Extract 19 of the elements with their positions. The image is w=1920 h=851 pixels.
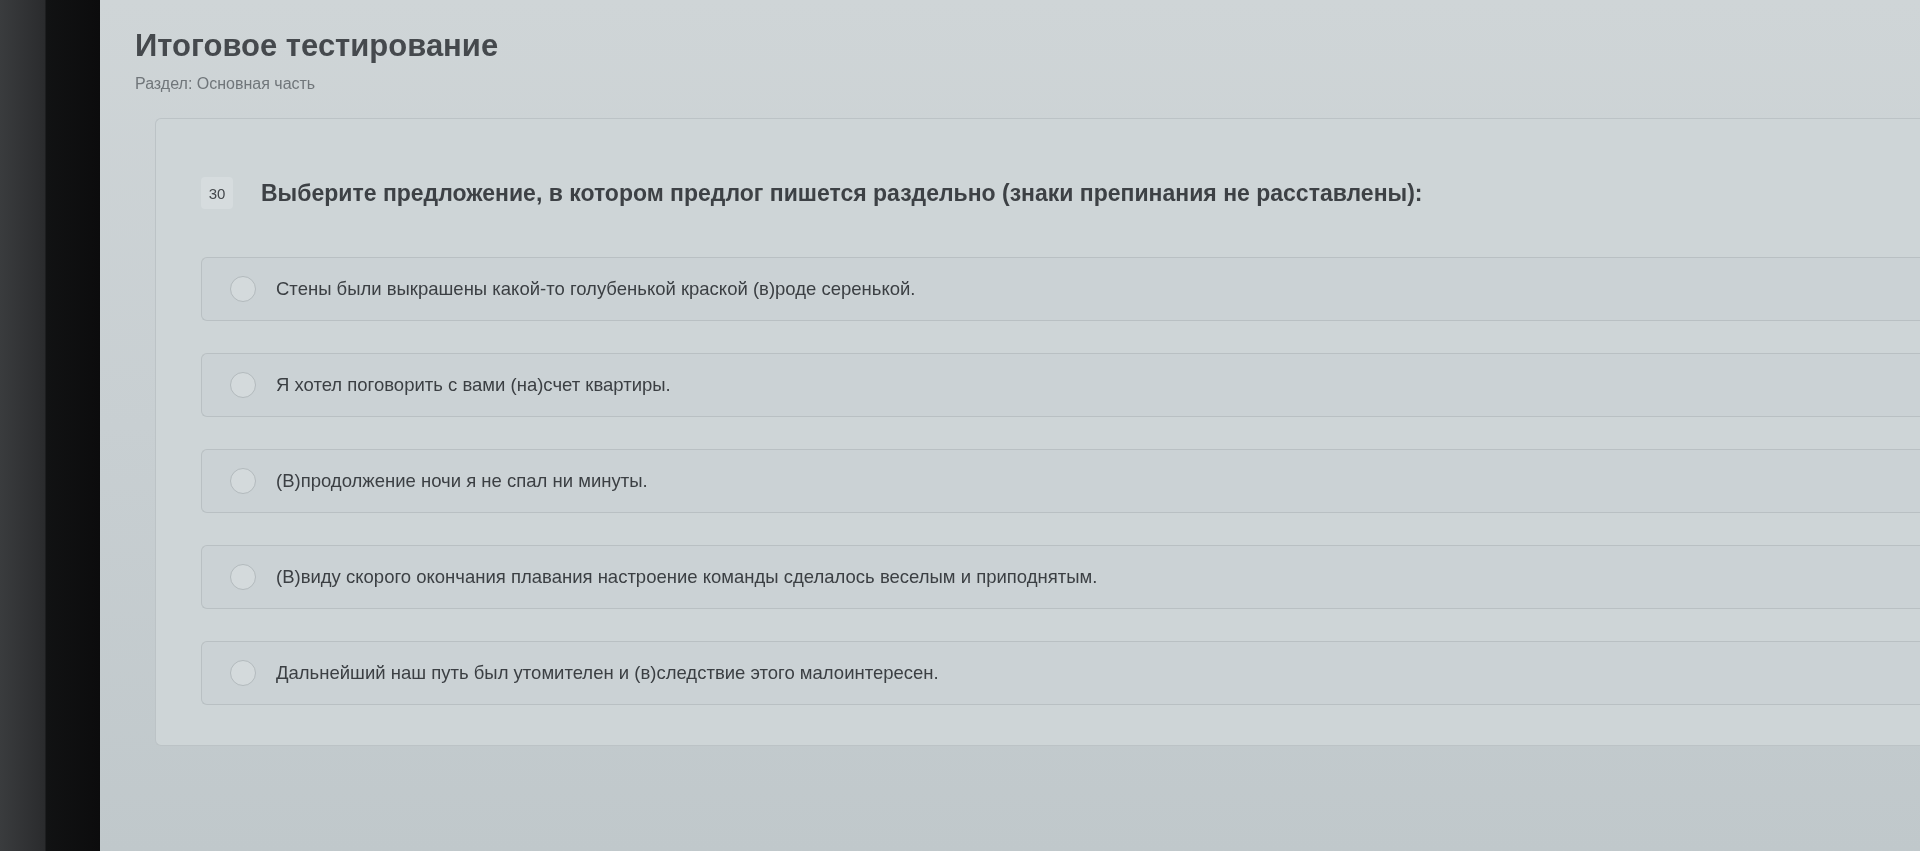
option-text: (В)продолжение ночи я не спал ни минуты. <box>276 469 648 493</box>
radio-button[interactable] <box>230 564 256 590</box>
answer-option[interactable]: (В)виду скорого окончания плавания настроение команды сделалось веселым и приподнятым. <box>201 545 1920 609</box>
radio-button[interactable] <box>230 372 256 398</box>
section-label: Раздел: Основная часть <box>135 74 316 94</box>
answer-option[interactable]: (В)продолжение ночи я не спал ни минуты. <box>201 449 1920 513</box>
question-number: 30 <box>201 177 233 209</box>
page-title: Итоговое тестирование <box>135 27 499 65</box>
option-text: Стены были выкрашены какой-то голубенькой краской (в)роде серенькой. <box>276 277 916 301</box>
question-text: Выберите предложение, в котором предлог пишется раздельно (знаки препинания не расставлены): <box>261 179 1423 208</box>
option-text: Дальнейший наш путь был утомителен и (в)следствие этого малоинтересен. <box>276 661 939 685</box>
radio-button[interactable] <box>230 468 256 494</box>
radio-button[interactable] <box>230 660 256 686</box>
answer-option[interactable]: Дальнейший наш путь был утомителен и (в)следствие этого малоинтересен. <box>201 641 1920 705</box>
answer-option[interactable]: Стены были выкрашены какой-то голубенькой краской (в)роде серенькой. <box>201 257 1920 321</box>
answer-option[interactable]: Я хотел поговорить с вами (на)счет квартиры. <box>201 353 1920 417</box>
radio-button[interactable] <box>230 276 256 302</box>
option-text: Я хотел поговорить с вами (на)счет квартиры. <box>276 373 671 397</box>
option-text: (В)виду скорого окончания плавания настроение команды сделалось веселым и приподнятым. <box>276 565 1098 589</box>
